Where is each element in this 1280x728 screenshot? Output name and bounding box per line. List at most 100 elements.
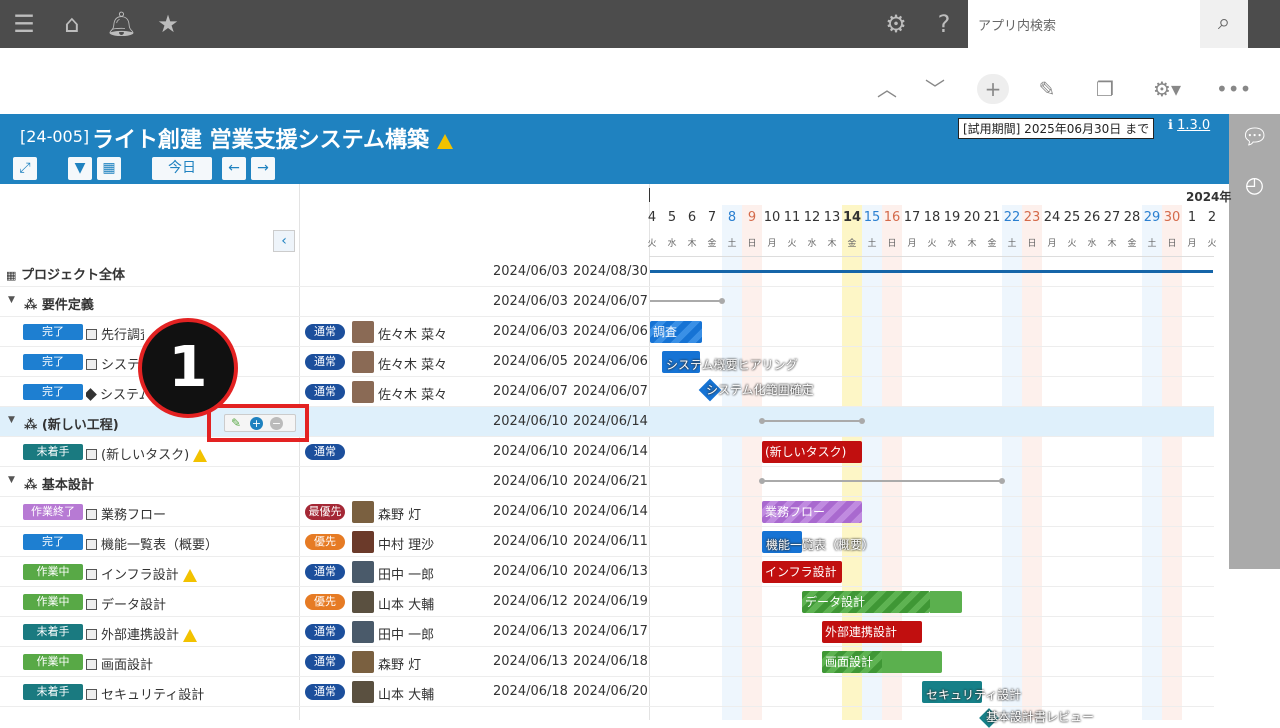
gantt-weekday: 日 <box>1167 239 1177 249</box>
today-button[interactable]: 今日 <box>152 157 212 180</box>
expand-caret-icon[interactable]: ▼ <box>8 415 15 425</box>
gantt-day-number: 1 <box>1187 210 1197 225</box>
expand-caret-icon[interactable]: ▼ <box>8 295 15 305</box>
gantt-weekday: 月 <box>1187 239 1197 249</box>
home-icon[interactable]: ⌂ <box>58 10 86 38</box>
project-bar[interactable] <box>650 270 1213 273</box>
gantt-weekday: 月 <box>907 239 917 249</box>
task-name: ▦ プロジェクト全体 <box>6 268 125 283</box>
avatar <box>352 651 374 673</box>
gantt-bar[interactable]: データ設計 <box>802 591 962 613</box>
check-history-icon[interactable]: ◴ <box>1229 166 1280 206</box>
table-row[interactable]: 完了 機能一覧表（概要） 優先 中村 理沙 2024/06/10 2024/06/11 <box>0 527 1214 557</box>
priority-badge: 通常 <box>305 654 345 670</box>
expand-icon[interactable]: ⤢ <box>13 157 37 180</box>
avatar <box>352 381 374 403</box>
gantt-weekday: 水 <box>947 239 957 249</box>
prev-arrow-icon[interactable]: ← <box>222 157 246 180</box>
gantt-bar[interactable]: (新しいタスク) <box>762 441 862 463</box>
filter-icon[interactable]: ▼ <box>68 157 92 180</box>
settings-menu-icon[interactable]: ⚙▾ <box>1144 74 1190 104</box>
task-name[interactable]: 業務フロー <box>86 504 166 523</box>
gantt-weekday: 金 <box>707 239 717 249</box>
chevron-up-icon[interactable]: ︿ <box>872 74 902 104</box>
gantt-bar[interactable]: 業務フロー <box>762 501 862 523</box>
start-date: 2024/06/03 <box>493 264 568 279</box>
start-date: 2024/06/10 <box>493 414 568 429</box>
avatar <box>352 501 374 523</box>
gantt-weekday: 土 <box>1147 239 1157 249</box>
table-row[interactable]: ▼ ⁂ 基本設計 2024/06/10 2024/06/21 <box>0 467 1214 497</box>
table-row[interactable]: 作業中 データ設計 優先 山本 大輔 2024/06/12 2024/06/19 <box>0 587 1214 617</box>
status-badge: 作業中 <box>23 654 83 670</box>
table-row[interactable]: ▼ ⁂ 要件定義 2024/06/03 2024/06/07 <box>0 287 1214 317</box>
chevron-down-icon[interactable]: ﹀ <box>920 74 950 104</box>
status-badge: 作業中 <box>23 594 83 610</box>
gantt-day-number: 16 <box>883 210 901 225</box>
task-name[interactable]: 画面設計 <box>86 654 153 673</box>
edit-icon[interactable]: ✎ <box>1032 74 1062 104</box>
task-icon <box>86 569 97 580</box>
task-name[interactable]: セキュリティ設計 <box>86 684 204 703</box>
avatar <box>352 351 374 373</box>
assignee: 田中 一郎 <box>378 628 435 643</box>
task-name[interactable]: システム化範囲確定 <box>86 384 144 403</box>
end-date: 2024/06/14 <box>573 414 648 429</box>
expand-caret-icon[interactable]: ▼ <box>8 475 15 485</box>
gantt-bar-label: 機能一覧表（概要） <box>766 538 875 552</box>
gantt-day-number: 26 <box>1083 210 1101 225</box>
start-date: 2024/06/10 <box>493 534 568 549</box>
gantt-day-number: 17 <box>903 210 921 225</box>
task-name[interactable]: (新しいタスク) <box>86 444 208 463</box>
table-row[interactable]: 未着手 外部連携設計 通常 田中 一郎 2024/06/13 2024/06/17 <box>0 617 1214 647</box>
gantt-bar[interactable]: 調査 <box>650 321 702 343</box>
table-row[interactable]: 作業中 画面設計 通常 森野 灯 2024/06/13 2024/06/18 <box>0 647 1214 677</box>
gantt-day-number: 28 <box>1123 210 1141 225</box>
task-name[interactable]: 先行調査 <box>86 324 144 343</box>
hamburger-menu-icon[interactable]: ☰ <box>10 10 38 38</box>
gantt-weekday: 金 <box>987 239 997 249</box>
gantt-weekday: 月 <box>1047 239 1057 249</box>
more-options-icon[interactable]: ••• <box>1216 74 1251 104</box>
gantt-day-number: 2 <box>1207 210 1217 225</box>
help-icon[interactable]: ? <box>930 10 958 38</box>
bell-icon[interactable]: 🔔︎ <box>106 10 136 38</box>
status-badge: 未着手 <box>23 444 83 460</box>
gantt-weekday: 金 <box>1127 239 1137 249</box>
gantt-bar[interactable]: インフラ設計 <box>762 561 842 583</box>
calendar-icon[interactable]: ▦ <box>97 157 121 180</box>
table-row[interactable]: 作業終了 業務フロー 最優先 森野 灯 2024/06/10 2024/06/14 <box>0 497 1214 527</box>
warning-icon <box>183 629 198 642</box>
table-row[interactable]: 作業中 インフラ設計 通常 田中 一郎 2024/06/10 2024/06/13 <box>0 557 1214 587</box>
task-name[interactable]: 外部連携設計 <box>86 624 198 643</box>
task-name[interactable]: システム概要ヒアリング <box>86 354 144 373</box>
search-input[interactable]: アプリ内検索 <box>968 0 1200 48</box>
gear-icon[interactable]: ⚙ <box>882 10 910 38</box>
warning-icon <box>193 449 208 462</box>
table-row[interactable]: 未着手 セキュリティ設計 通常 山本 大輔 2024/06/18 2024/06/20 <box>0 677 1214 707</box>
copy-icon[interactable]: ❐ <box>1090 74 1120 104</box>
end-date: 2024/06/14 <box>573 444 648 459</box>
start-date: 2024/06/03 <box>493 294 568 309</box>
search-button[interactable]: ⌕ <box>1200 0 1248 48</box>
star-icon[interactable]: ★ <box>154 10 182 38</box>
table-row[interactable]: 未着手 (新しいタスク) 通常 2024/06/10 2024/06/14 <box>0 437 1214 467</box>
task-icon <box>86 689 97 700</box>
task-name[interactable]: インフラ設計 <box>86 564 197 583</box>
task-name[interactable]: 機能一覧表（概要） <box>86 534 218 553</box>
status-badge: 未着手 <box>23 684 83 700</box>
gantt-bar[interactable]: 画面設計 <box>822 651 942 673</box>
gantt-day-number: 20 <box>963 210 981 225</box>
task-name: ⁂ (新しい工程) <box>24 418 119 433</box>
task-name[interactable]: データ設計 <box>86 594 166 613</box>
comment-icon[interactable]: 💬︎ <box>1229 118 1280 158</box>
next-arrow-icon[interactable]: → <box>251 157 275 180</box>
end-date: 2024/06/06 <box>573 354 648 369</box>
add-record-button[interactable]: + <box>977 74 1009 104</box>
version-info[interactable]: ℹ 1.3.0 <box>1168 118 1210 133</box>
collapse-panel-button[interactable]: ‹ <box>273 230 295 252</box>
project-header: [24-005] ライト創建 営業支援システム構築 [試用期間] 2025年06… <box>0 114 1229 184</box>
project-id: [24-005] <box>20 127 90 146</box>
gantt-bar[interactable]: 外部連携設計 <box>822 621 922 643</box>
status-badge: 作業終了 <box>23 504 83 520</box>
